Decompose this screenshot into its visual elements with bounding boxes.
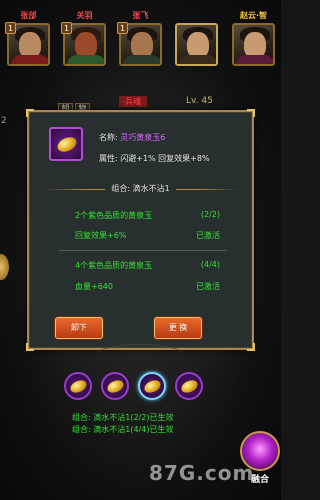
hero-slot[interactable]: 张郃 1 [5,10,52,70]
hero-slot[interactable]: 关羽 1 [61,10,108,70]
item-attr-label: 属性: [99,154,118,163]
corner-ornament [247,343,255,351]
hero-level-badge: 1 [117,22,128,34]
hero-slot[interactable]: 赵云·智 [230,10,277,70]
combo-status: 组合: 滴水不沾1(4/4)已生效 [72,425,174,434]
jade-gem-icon [179,377,200,396]
corner-ornament [247,109,255,117]
set-title-row: 组合: 滴水不沾1 [29,183,252,194]
fuse-label: 融合 [250,475,269,485]
fuse-crystal-icon [240,431,280,471]
bonus-status: 已激活 [196,231,220,240]
gem-slot[interactable] [101,372,129,400]
bonus-condition-text: 2个紫色品质的黄泉玉 [75,211,153,220]
gem-slot[interactable] [175,372,203,400]
hero-portrait [232,23,275,66]
jade-gem-icon [68,377,89,396]
fuse-button[interactable]: 融合 [240,431,280,495]
jade-gem-icon [105,377,126,396]
bonus-effect-text: 血量+640 [75,282,113,291]
corner-ornament [26,109,34,117]
combo-status: 组合: 滴水不沾1(2/2)已生效 [72,413,174,422]
set-bonus-effect: 回复效果+6% 已激活 [75,230,220,241]
hero-level-badge: 1 [61,22,72,34]
item-attr-value: 闪避+1% 回复效果+8% [120,154,210,163]
background-red-label: 兵魂 [119,96,147,107]
gem-slot[interactable] [64,372,92,400]
item-attr-row: 属性: 闪避+1% 回复效果+8% [99,153,210,164]
item-name-value: 灵巧黄泉玉6 [120,133,166,142]
set-bonus-condition: 4个紫色品质的黄泉玉 (4/4) [75,260,220,271]
bonus-progress: (2/2) [200,210,220,219]
jade-gem-icon [142,377,163,396]
hero-name: 张飞 [132,11,149,20]
item-name-row: 名称: 灵巧黄泉玉6 [99,132,165,143]
hero-slot[interactable]: 张飞 1 [117,10,164,70]
bonus-separator [59,250,227,251]
decorative-rope [94,344,186,368]
jade-gem-icon [49,127,83,161]
unequip-button[interactable]: 卸下 [55,317,103,339]
gem-slot-selected[interactable] [138,372,166,400]
hero-name [173,10,220,21]
hero-slot[interactable] [173,10,220,70]
item-tooltip-panel: 名称: 灵巧黄泉玉6 属性: 闪避+1% 回复效果+8% 组合: 滴水不沾1 2… [26,109,255,351]
background-text: 2 [1,116,7,126]
set-title: 组合: 滴水不沾1 [105,184,176,193]
site-watermark: 87G.com [149,461,255,485]
bonus-condition-text: 4个紫色品质的黄泉玉 [75,261,153,270]
replace-button[interactable]: 更 换 [154,317,202,339]
hero-lineup: 张郃 1 关羽 1 张飞 1 赵云·智 [5,10,277,74]
bonus-status: 已激活 [196,282,220,291]
set-bonus-effect: 血量+640 已激活 [75,281,220,292]
hero-portrait [175,23,218,66]
hero-name: 赵云·智 [239,11,268,20]
corner-ornament [26,343,34,351]
hero-name: 张郃 [20,11,37,20]
background-level: Lv. 45 [186,96,213,106]
item-name-label: 名称: [99,133,118,142]
set-bonus-condition: 2个紫色品质的黄泉玉 (2/2) [75,210,220,221]
hero-level-badge: 1 [5,22,16,34]
bonus-effect-text: 回复效果+6% [75,231,127,240]
hero-name: 关羽 [76,11,93,20]
bonus-progress: (4/4) [200,260,220,269]
